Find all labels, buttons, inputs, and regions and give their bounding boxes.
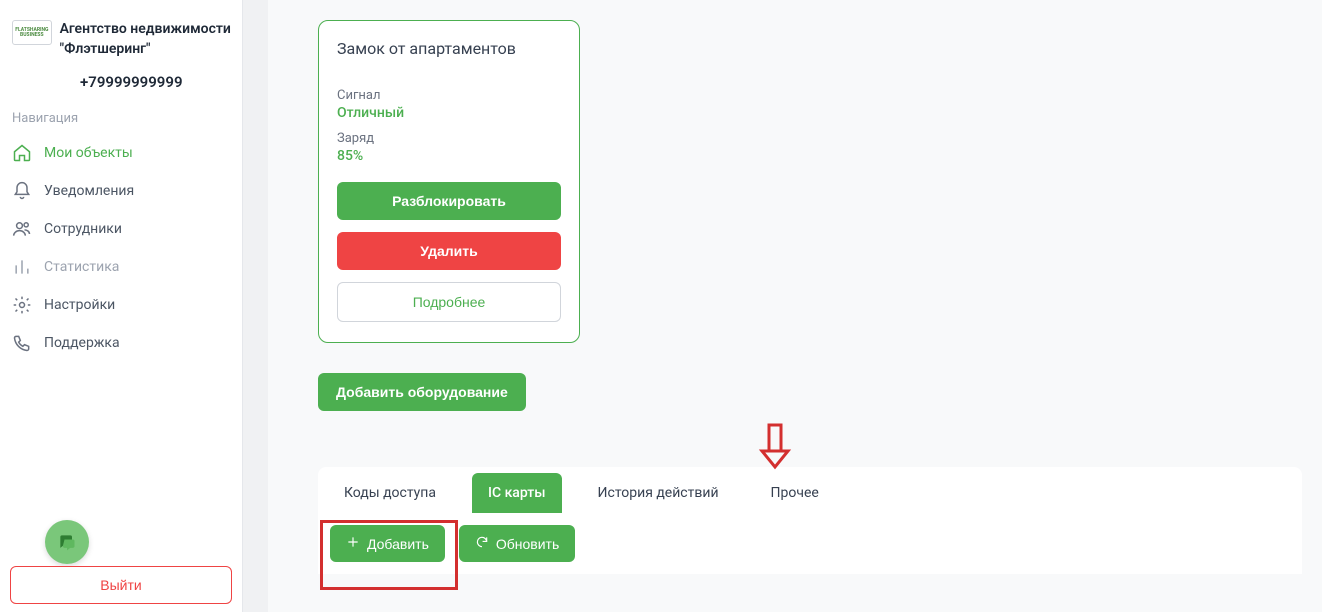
org-phone: +79999999999 — [0, 73, 242, 91]
org-name: Агентство недвижимости "Флэтшеринг" — [60, 20, 232, 59]
sidebar-item-label: Статистика — [44, 259, 119, 275]
tab-history[interactable]: История действий — [582, 473, 735, 513]
signal-label: Сигнал — [337, 88, 561, 103]
sidebar-item-label: Мои объекты — [44, 145, 133, 161]
chart-icon — [12, 257, 32, 277]
sidebar-item-label: Поддержка — [44, 335, 120, 351]
sidebar-item-label: Уведомления — [44, 183, 134, 199]
gear-icon — [12, 295, 32, 315]
refresh-button-label: Обновить — [496, 536, 559, 552]
users-icon — [12, 219, 32, 239]
add-equipment-button[interactable]: Добавить оборудование — [318, 373, 526, 411]
signal-value: Отличный — [337, 105, 561, 121]
delete-button[interactable]: Удалить — [337, 232, 561, 270]
sidebar-header: FLATSHARINGBUSINESS Агентство недвижимос… — [0, 0, 242, 69]
sidebar-item-label: Настройки — [44, 297, 115, 313]
sidebar-item-settings[interactable]: Настройки — [0, 286, 242, 324]
divider — [243, 0, 268, 612]
tab-ic-cards[interactable]: IC карты — [472, 473, 562, 513]
tab-content: Добавить Обновить — [318, 513, 1302, 574]
sidebar-item-stats[interactable]: Статистика — [0, 248, 242, 286]
details-button[interactable]: Подробнее — [337, 282, 561, 322]
logout-button[interactable]: Выйти — [10, 566, 232, 604]
refresh-button[interactable]: Обновить — [459, 525, 575, 562]
bell-icon — [12, 181, 32, 201]
tabs: Коды доступа IC карты История действий П… — [318, 467, 1302, 513]
chat-widget[interactable] — [45, 520, 89, 564]
arrow-down-annotation — [758, 423, 792, 475]
plus-icon — [346, 535, 360, 552]
sidebar-item-employees[interactable]: Сотрудники — [0, 210, 242, 248]
sidebar-item-support[interactable]: Поддержка — [0, 324, 242, 362]
sidebar-item-label: Сотрудники — [44, 221, 122, 237]
add-button-label: Добавить — [367, 536, 429, 552]
home-icon — [12, 143, 32, 163]
sidebar-item-notifications[interactable]: Уведомления — [0, 172, 242, 210]
charge-value: 85% — [337, 148, 561, 164]
logo: FLATSHARINGBUSINESS — [12, 20, 52, 45]
unlock-button[interactable]: Разблокировать — [337, 182, 561, 220]
add-button[interactable]: Добавить — [330, 525, 445, 562]
tab-access-codes[interactable]: Коды доступа — [328, 473, 452, 513]
phone-icon — [12, 333, 32, 353]
lock-card: Замок от апартаментов Сигнал Отличный За… — [318, 20, 580, 343]
nav-section-label: Навигация — [0, 91, 242, 134]
sidebar: FLATSHARINGBUSINESS Агентство недвижимос… — [0, 0, 243, 612]
tab-other[interactable]: Прочее — [755, 473, 835, 513]
card-title: Замок от апартаментов — [337, 39, 561, 58]
sidebar-item-objects[interactable]: Мои объекты — [0, 134, 242, 172]
charge-label: Заряд — [337, 131, 561, 146]
refresh-icon — [475, 535, 489, 552]
main-content: Замок от апартаментов Сигнал Отличный За… — [268, 0, 1322, 612]
